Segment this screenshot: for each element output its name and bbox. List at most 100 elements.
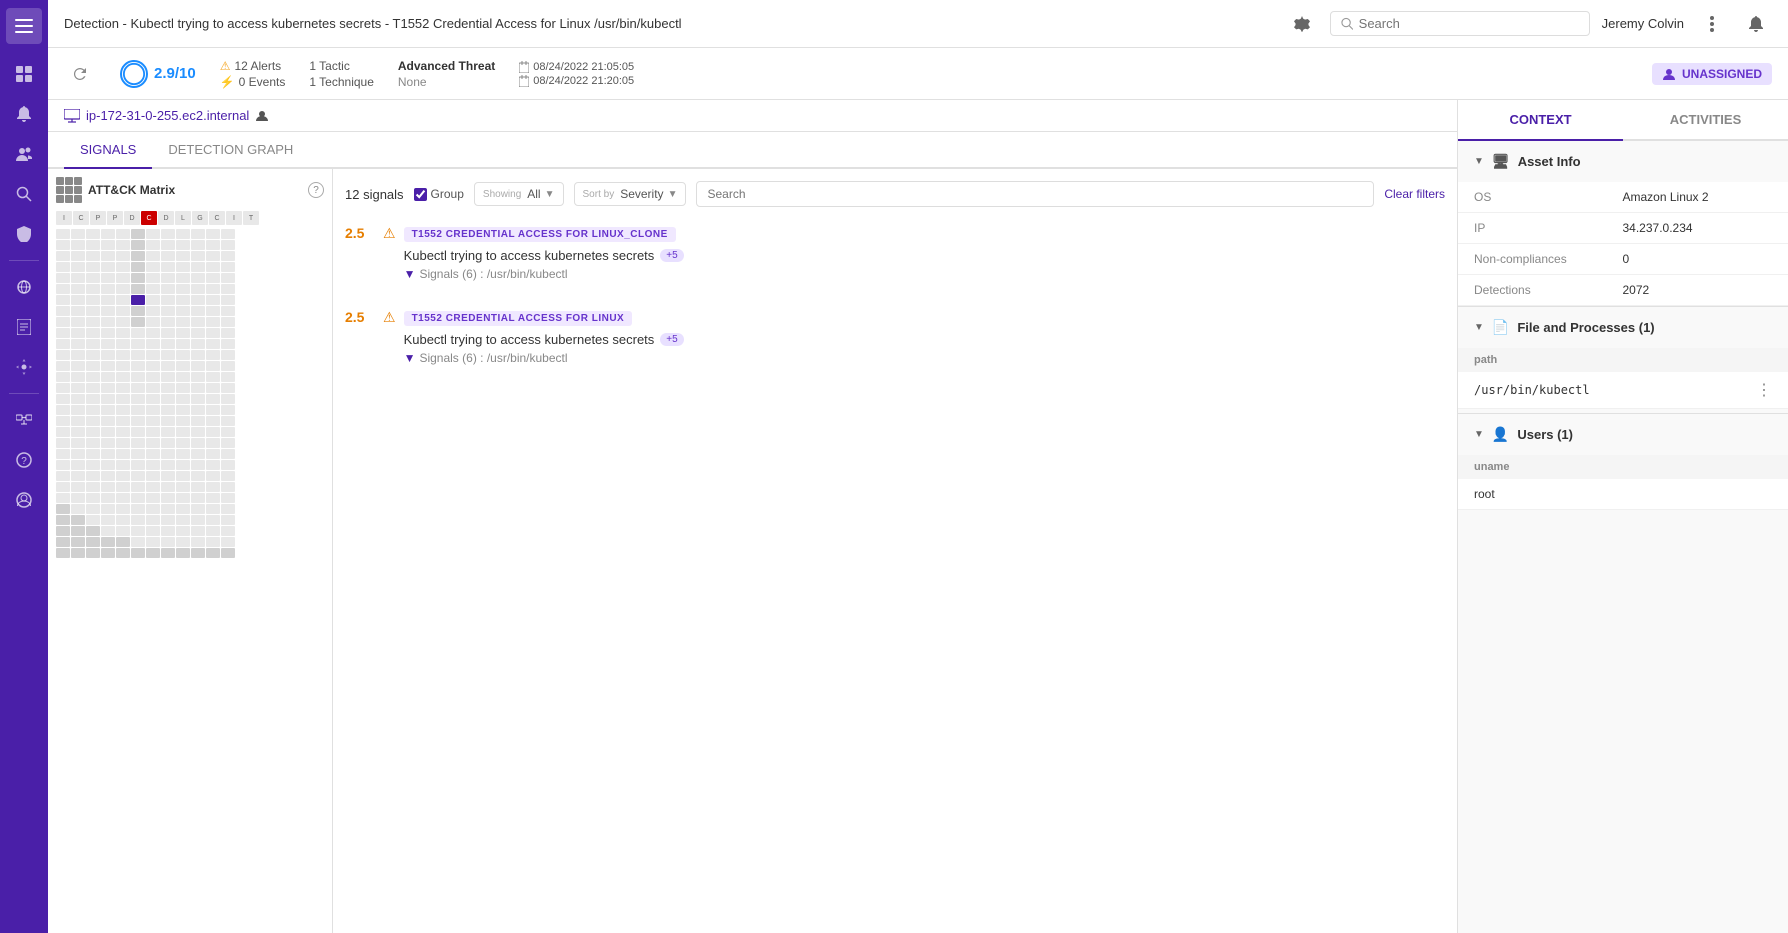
sidebar-profile-icon[interactable] — [6, 482, 42, 518]
os-label: OS — [1458, 182, 1607, 213]
topbar: Detection - Kubectl trying to access kub… — [48, 0, 1788, 48]
sidebar-integrations-icon[interactable] — [6, 402, 42, 438]
tab-signals[interactable]: SIGNALS — [64, 132, 152, 169]
user-header-row: uname — [1458, 455, 1788, 479]
more-options-icon[interactable] — [1696, 8, 1728, 40]
sidebar-reports-icon[interactable] — [6, 309, 42, 345]
sidebar-help-icon[interactable]: ? — [6, 442, 42, 478]
signal-warn-icon-2: ⚠ — [383, 309, 396, 326]
files-section-title: File and Processes (1) — [1517, 320, 1654, 335]
signals-count: 12 signals — [345, 187, 404, 202]
user-row: root — [1458, 479, 1788, 510]
signals-toolbar: 12 signals Group Showing All ▼ — [345, 181, 1445, 207]
svg-text:?: ? — [21, 456, 27, 467]
file-row: /usr/bin/kubectl ⋮ — [1458, 372, 1788, 409]
asset-info-table: OS Amazon Linux 2 IP 34.237.0.234 Non-co… — [1458, 182, 1788, 306]
detections-label: Detections — [1458, 275, 1607, 306]
signal-title-1: Kubectl trying to access kubernetes secr… — [404, 248, 1445, 263]
attck-matrix-grid — [56, 229, 324, 558]
group-check-input[interactable] — [414, 188, 427, 201]
signal-group-2: 2.5 ⚠ T1552 CREDENTIAL ACCESS FOR LINUX … — [345, 303, 1445, 371]
right-content: ▼ 🖥 Asset Info OS Amazon Linux 2 IP 34.2… — [1458, 141, 1788, 933]
signal-badge-2: +5 — [660, 333, 683, 346]
signals-search-input[interactable] — [696, 181, 1374, 207]
sidebar-divider — [9, 260, 39, 261]
sidebar-network-icon[interactable] — [6, 269, 42, 305]
file-menu-icon[interactable]: ⋮ — [1756, 380, 1772, 400]
sidebar-users-icon[interactable] — [6, 136, 42, 172]
asset-info-section-header[interactable]: ▼ 🖥 Asset Info — [1458, 141, 1788, 182]
sidebar-menu-icon[interactable] — [6, 8, 42, 44]
host-name: ip-172-31-0-255.ec2.internal — [64, 108, 269, 123]
signal-item-1: 2.5 ⚠ T1552 CREDENTIAL ACCESS FOR LINUX_… — [345, 219, 1445, 287]
files-chevron: ▼ — [1474, 322, 1484, 333]
refresh-icon[interactable] — [64, 58, 96, 90]
attck-grid-icon — [56, 177, 82, 203]
files-section: path /usr/bin/kubectl ⋮ — [1458, 348, 1788, 409]
signal-group-1: 2.5 ⚠ T1552 CREDENTIAL ACCESS FOR LINUX_… — [345, 219, 1445, 287]
alerts-count: ⚠ 12 Alerts — [220, 59, 286, 73]
non-compliances-label: Non-compliances — [1458, 244, 1607, 275]
table-row: IP 34.237.0.234 — [1458, 213, 1788, 244]
signal-title-2: Kubectl trying to access kubernetes secr… — [404, 332, 1445, 347]
asset-info-title: Asset Info — [1518, 154, 1581, 169]
main-tabs: SIGNALS DETECTION GRAPH — [48, 132, 1457, 169]
score-circle — [120, 60, 148, 88]
signal-sub-2[interactable]: ▼ Signals (6) : /usr/bin/kubectl — [404, 351, 1445, 365]
host-bar: ip-172-31-0-255.ec2.internal — [48, 100, 1457, 132]
signal-score-2: 2.5 — [345, 309, 375, 325]
files-section-header[interactable]: ▼ 📄 File and Processes (1) — [1458, 307, 1788, 348]
sidebar-dashboard-icon[interactable] — [6, 56, 42, 92]
date-section: 08/24/2022 21:05:05 08/24/2022 21:20:05 — [519, 61, 634, 87]
detections-value: 2072 — [1607, 275, 1788, 306]
tab-context[interactable]: CONTEXT — [1458, 100, 1623, 141]
tab-activities[interactable]: ACTIVITIES — [1623, 100, 1788, 141]
signals-panel: 12 signals Group Showing All ▼ — [333, 169, 1457, 933]
signal-score-1: 2.5 — [345, 225, 375, 241]
unassigned-button[interactable]: UNASSIGNED — [1652, 63, 1772, 85]
sidebar-divider-2 — [9, 393, 39, 394]
files-icon: 📄 — [1492, 319, 1509, 336]
settings-icon[interactable] — [1286, 8, 1318, 40]
users-section-header[interactable]: ▼ 👤 Users (1) — [1458, 414, 1788, 455]
ip-value: 34.237.0.234 — [1607, 213, 1788, 244]
signal-tag-1: T1552 CREDENTIAL ACCESS FOR LINUX_CLONE — [404, 227, 676, 242]
table-row: OS Amazon Linux 2 — [1458, 182, 1788, 213]
users-section-title: Users (1) — [1517, 427, 1573, 442]
attck-header: ATT&CK Matrix ? — [56, 177, 324, 203]
non-compliances-value: 0 — [1607, 244, 1788, 275]
attck-title: ATT&CK Matrix — [88, 183, 175, 197]
attck-matrix-panel: ATT&CK Matrix ? I C P P D C D L — [48, 169, 333, 933]
right-tabs: CONTEXT ACTIVITIES — [1458, 100, 1788, 141]
users-section: uname root — [1458, 455, 1788, 510]
right-panel: CONTEXT ACTIVITIES ▼ 🖥 Asset Info OS Ama… — [1458, 100, 1788, 933]
sidebar-threats-icon[interactable] — [6, 216, 42, 252]
global-search-bar[interactable] — [1330, 11, 1590, 36]
user-name: Jeremy Colvin — [1602, 16, 1684, 31]
showing-filter[interactable]: Showing All ▼ — [474, 182, 564, 206]
sidebar-alerts-icon[interactable] — [6, 96, 42, 132]
attck-help-icon[interactable]: ? — [308, 182, 324, 198]
file-header-row: path — [1458, 348, 1788, 372]
global-search-input[interactable] — [1359, 16, 1579, 31]
tab-detection-graph[interactable]: DETECTION GRAPH — [152, 132, 309, 169]
score-value: 2.9/10 — [154, 65, 196, 82]
events-count: ⚡ 0 Events — [220, 75, 286, 89]
sidebar-settings-icon[interactable] — [6, 349, 42, 385]
sort-filter[interactable]: Sort by Severity ▼ — [574, 182, 687, 206]
file-path: /usr/bin/kubectl — [1474, 383, 1590, 397]
detection-header: 2.9/10 ⚠ 12 Alerts ⚡ 0 Events 1 Tactic 1… — [48, 48, 1788, 100]
page-title: Detection - Kubectl trying to access kub… — [64, 16, 1274, 31]
group-checkbox[interactable]: Group — [414, 187, 464, 201]
clear-filters-button[interactable]: Clear filters — [1384, 187, 1445, 201]
score-badge: 2.9/10 — [120, 60, 196, 88]
alerts-section: ⚠ 12 Alerts ⚡ 0 Events — [220, 59, 286, 89]
signal-content-2: T1552 CREDENTIAL ACCESS FOR LINUX Kubect… — [404, 309, 1445, 365]
sidebar: ? — [0, 0, 48, 933]
asset-info-chevron: ▼ — [1474, 156, 1484, 167]
table-row: Non-compliances 0 — [1458, 244, 1788, 275]
signal-sub-1[interactable]: ▼ Signals (6) : /usr/bin/kubectl — [404, 267, 1445, 281]
sidebar-search-icon[interactable] — [6, 176, 42, 212]
ip-label: IP — [1458, 213, 1607, 244]
notifications-icon[interactable] — [1740, 8, 1772, 40]
